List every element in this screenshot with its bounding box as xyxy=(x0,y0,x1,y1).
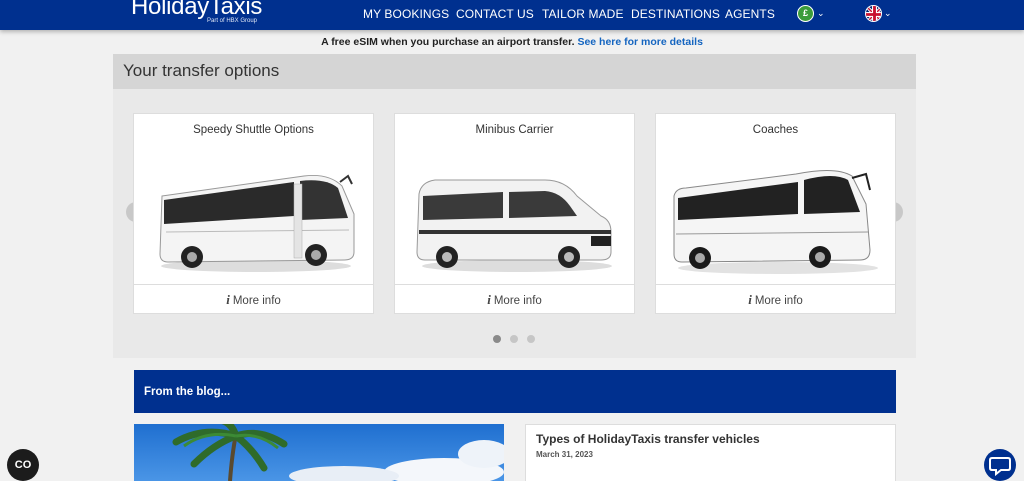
chat-button[interactable] xyxy=(984,449,1016,481)
nav-contact-us[interactable]: CONTACT US xyxy=(456,7,534,21)
logo-subtext: Part of HBX Group xyxy=(207,18,258,24)
transfer-card[interactable]: Speedy Shuttle Options i More info xyxy=(133,113,374,314)
card-title: Coaches xyxy=(752,124,799,136)
logo-text: HolidayTaxis xyxy=(131,0,263,20)
panel-header: Your transfer options xyxy=(113,54,916,89)
blog-post-date: March 31, 2023 xyxy=(536,450,593,459)
info-icon: i xyxy=(487,292,491,307)
nav-tailor-made[interactable]: TAILOR MADE xyxy=(542,7,624,21)
info-icon: i xyxy=(748,292,752,307)
more-info-link[interactable]: i More info xyxy=(134,284,373,314)
chevron-down-icon: ⌄ xyxy=(817,8,825,18)
nav-destinations[interactable]: DESTINATIONS xyxy=(631,7,720,21)
info-icon: i xyxy=(226,292,230,307)
uk-flag-icon[interactable] xyxy=(865,5,882,22)
more-info-label: More info xyxy=(232,295,281,307)
carousel-dot[interactable] xyxy=(527,335,535,343)
carousel-dot[interactable] xyxy=(510,335,518,343)
blog-post-title[interactable]: Types of HolidayTaxis transfer vehicles xyxy=(536,432,760,446)
site-logo[interactable]: HolidayTaxis Part of HBX Group xyxy=(131,0,263,24)
more-info-link[interactable]: i More info xyxy=(656,284,895,314)
card-title: Minibus Carrier xyxy=(475,124,554,136)
nav-my-bookings[interactable]: MY BOOKINGS xyxy=(363,7,449,21)
promo-link[interactable]: See here for more details xyxy=(577,36,702,48)
transfer-card[interactable]: Coaches i More info xyxy=(655,113,896,314)
minibus-image xyxy=(405,154,626,279)
carousel-pagination xyxy=(493,335,535,343)
card-title: Speedy Shuttle Options xyxy=(193,124,314,136)
blog-heading: From the blog... xyxy=(144,386,231,398)
panel-title: Your transfer options xyxy=(123,61,280,80)
more-info-label: More info xyxy=(754,295,803,307)
transfer-options-panel: Your transfer options ‹ › Speedy Shuttle… xyxy=(113,54,916,358)
more-info-link[interactable]: i More info xyxy=(395,284,634,314)
top-nav-bar: HolidayTaxis Part of HBX Group MY BOOKIN… xyxy=(0,0,1024,30)
nav-agents[interactable]: AGENTS xyxy=(725,7,775,21)
accessibility-co-button[interactable]: CO xyxy=(7,449,39,481)
blog-section-header: From the blog... xyxy=(134,370,896,413)
blog-post-card[interactable]: Types of HolidayTaxis transfer vehicles … xyxy=(525,424,896,481)
currency-selector[interactable]: £ xyxy=(797,5,814,22)
chevron-down-icon: ⌄ xyxy=(884,8,892,18)
more-info-label: More info xyxy=(493,295,542,307)
chat-bubble-icon xyxy=(989,457,1011,477)
transfer-card[interactable]: Minibus Carrier i More info xyxy=(394,113,635,314)
coach-bus-image xyxy=(666,154,887,279)
promo-banner: A free eSIM when you purchase an airport… xyxy=(0,36,1024,48)
carousel-dot[interactable] xyxy=(493,335,501,343)
coach-bus-image xyxy=(144,154,365,279)
blog-post-image[interactable] xyxy=(134,424,504,481)
promo-text: A free eSIM when you purchase an airport… xyxy=(321,36,575,48)
